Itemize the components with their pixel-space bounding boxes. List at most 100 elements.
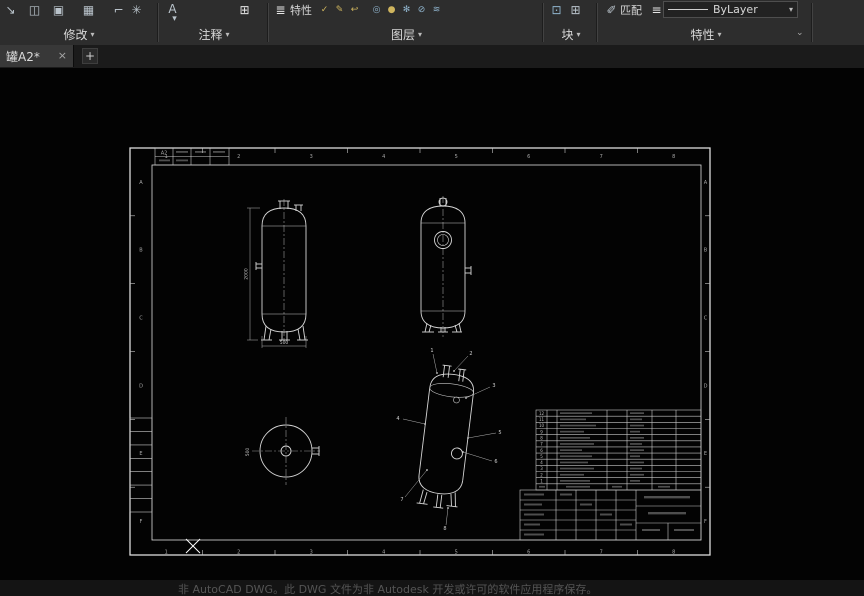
chevron-down-icon: ▾ [576,29,581,39]
svg-text:5: 5 [455,550,458,556]
insert-block-icon[interactable]: ⊡ [548,2,565,19]
stretch-icon[interactable]: ↘ [2,2,19,19]
svg-text:4: 4 [540,460,543,465]
panel-label-block[interactable]: 块 ▾ [545,26,597,42]
svg-text:C: C [139,316,143,322]
sheet-frame: A2 1 2 3 4 5 6 7 8 1 2 3 4 5 6 7 8 A B C… [129,147,711,556]
autocad-window: ↘ ◫ ▣ ▦ ⌐ ✳ 修改 ▾ A ▾ ⊞ 注释 ▾ ≣ 特性 ✓ ✎ ↩ ◎… [0,0,864,596]
svg-text:3: 3 [310,154,313,160]
panel-label-annotate[interactable]: 注释 ▾ [160,26,268,42]
mirror-icon[interactable]: ◫ [26,2,43,19]
svg-text:3: 3 [310,550,313,556]
front-view-dimensions: 2000 500 [244,207,307,348]
svg-text:7: 7 [600,550,603,556]
trusteddwg-warning-text: 非 AutoCAD DWG。此 DWG 文件为非 Autodesk 开发或许可的… [178,583,598,596]
trusteddwg-warning-bar: 非 AutoCAD DWG。此 DWG 文件为非 Autodesk 开发或许可的… [0,580,864,596]
svg-text:2: 2 [237,550,240,556]
chevron-down-icon: ▾ [788,5,793,14]
layer-isolate-icon[interactable]: ◎ [370,4,383,17]
svg-text:8: 8 [443,526,446,532]
svg-text:10: 10 [539,423,545,428]
svg-text:4: 4 [396,416,399,422]
create-block-icon[interactable]: ⊞ [567,2,584,19]
linetype-value: ByLayer [713,3,758,16]
layer-freeze-icon[interactable]: ✻ [400,4,413,17]
table-icon[interactable]: ⊞ [236,2,253,19]
bottom-view: 500 [245,417,320,485]
svg-text:2: 2 [469,351,472,357]
svg-text:8: 8 [672,550,675,556]
panel-label-text: 特性 [690,27,715,42]
layer-lock-icon[interactable]: ⊘ [415,4,428,17]
svg-text:E: E [139,451,142,457]
layer-properties-button[interactable]: 特性 [290,4,312,18]
svg-text:5: 5 [455,154,458,160]
svg-text:2: 2 [237,154,240,160]
chevron-down-icon[interactable]: ▾ [168,13,181,26]
layer-match-icon[interactable]: ✎ [333,4,346,17]
svg-text:7: 7 [600,154,603,160]
layer-set-current-icon[interactable]: ✓ [318,4,331,17]
panel-dialog-launcher-icon[interactable]: ⌄ [796,28,804,38]
svg-text:6: 6 [494,459,497,465]
svg-text:6: 6 [527,154,530,160]
left-margin-blocks [129,417,153,513]
ribbon-panel-properties: ✐ 匹配 ≡ ByLayer ▾ 特性 ▾ ⌄ [600,0,812,45]
svg-text:9: 9 [540,429,543,434]
array-icon[interactable]: ▦ [80,2,97,19]
svg-text:5: 5 [540,454,543,459]
svg-text:A: A [704,180,708,186]
layer-previous-icon[interactable]: ↩ [348,4,361,17]
panel-label-properties[interactable]: 特性 ▾ [600,26,812,42]
linetype-dropdown[interactable]: ByLayer ▾ [663,1,798,18]
copy-icon[interactable]: ▣ [50,2,67,19]
svg-text:7: 7 [540,442,543,447]
chevron-down-icon: ▾ [717,29,722,39]
panel-label-layers[interactable]: 图层 ▾ [270,26,543,42]
svg-text:4: 4 [382,550,385,556]
svg-text:1: 1 [540,479,543,484]
svg-text:4: 4 [382,154,385,160]
svg-text:1: 1 [430,348,433,354]
callout-leaders: 1 2 3 4 5 6 7 8 [396,348,501,532]
fillet-icon[interactable]: ⌐ [110,2,127,19]
svg-text:C: C [704,316,708,322]
close-icon[interactable]: × [58,50,67,62]
svg-text:12: 12 [539,411,545,416]
linetype-preview [668,9,708,10]
layer-off-icon[interactable]: ● [385,4,398,17]
ribbon-panel-layers: ≣ 特性 ✓ ✎ ↩ ◎ ● ✻ ⊘ ≋ 图层 ▾ [270,0,543,45]
match-properties-icon[interactable]: ✐ [603,2,620,19]
ribbon-panel-modify: ↘ ◫ ▣ ▦ ⌐ ✳ 修改 ▾ [0,0,158,45]
svg-text:500: 500 [280,340,289,346]
panel-label-text: 图层 [390,27,415,42]
explode-icon[interactable]: ✳ [128,2,145,19]
new-tab-button[interactable]: + [82,48,98,64]
svg-text:5: 5 [498,430,501,436]
file-tab-active[interactable]: 罐A2* × [0,45,74,67]
svg-text:F: F [140,519,143,525]
chevron-down-icon: ▾ [418,29,423,39]
drawing-canvas[interactable]: A2 1 2 3 4 5 6 7 8 1 2 3 4 5 6 7 8 A B C… [0,68,864,580]
layer-properties-icon[interactable]: ≣ [272,2,289,19]
svg-text:7: 7 [400,497,403,503]
svg-text:6: 6 [540,448,543,453]
svg-text:2000: 2000 [244,268,250,280]
isometric-view [416,364,474,509]
layer-merge-icon[interactable]: ≋ [430,4,443,17]
drawing-sheet: A2 1 2 3 4 5 6 7 8 1 2 3 4 5 6 7 8 A B C… [129,147,711,556]
panel-label-modify[interactable]: 修改 ▾ [0,26,158,42]
ribbon: ↘ ◫ ▣ ▦ ⌐ ✳ 修改 ▾ A ▾ ⊞ 注释 ▾ ≣ 特性 ✓ ✎ ↩ ◎… [0,0,864,46]
svg-text:1: 1 [165,154,168,160]
crosshair-cursor [185,538,201,554]
panel-separator [268,3,269,42]
title-block [519,489,702,541]
ribbon-panel-annotate: A ▾ ⊞ 注释 ▾ [160,0,268,45]
bottom-view-diameter: 500 [245,448,251,457]
svg-text:2: 2 [540,472,543,477]
svg-text:E: E [704,451,707,457]
svg-text:F: F [704,519,707,525]
panel-label-text: 注释 [198,27,223,42]
match-properties-button[interactable]: 匹配 [620,4,642,18]
bom-text-bars [539,412,670,488]
